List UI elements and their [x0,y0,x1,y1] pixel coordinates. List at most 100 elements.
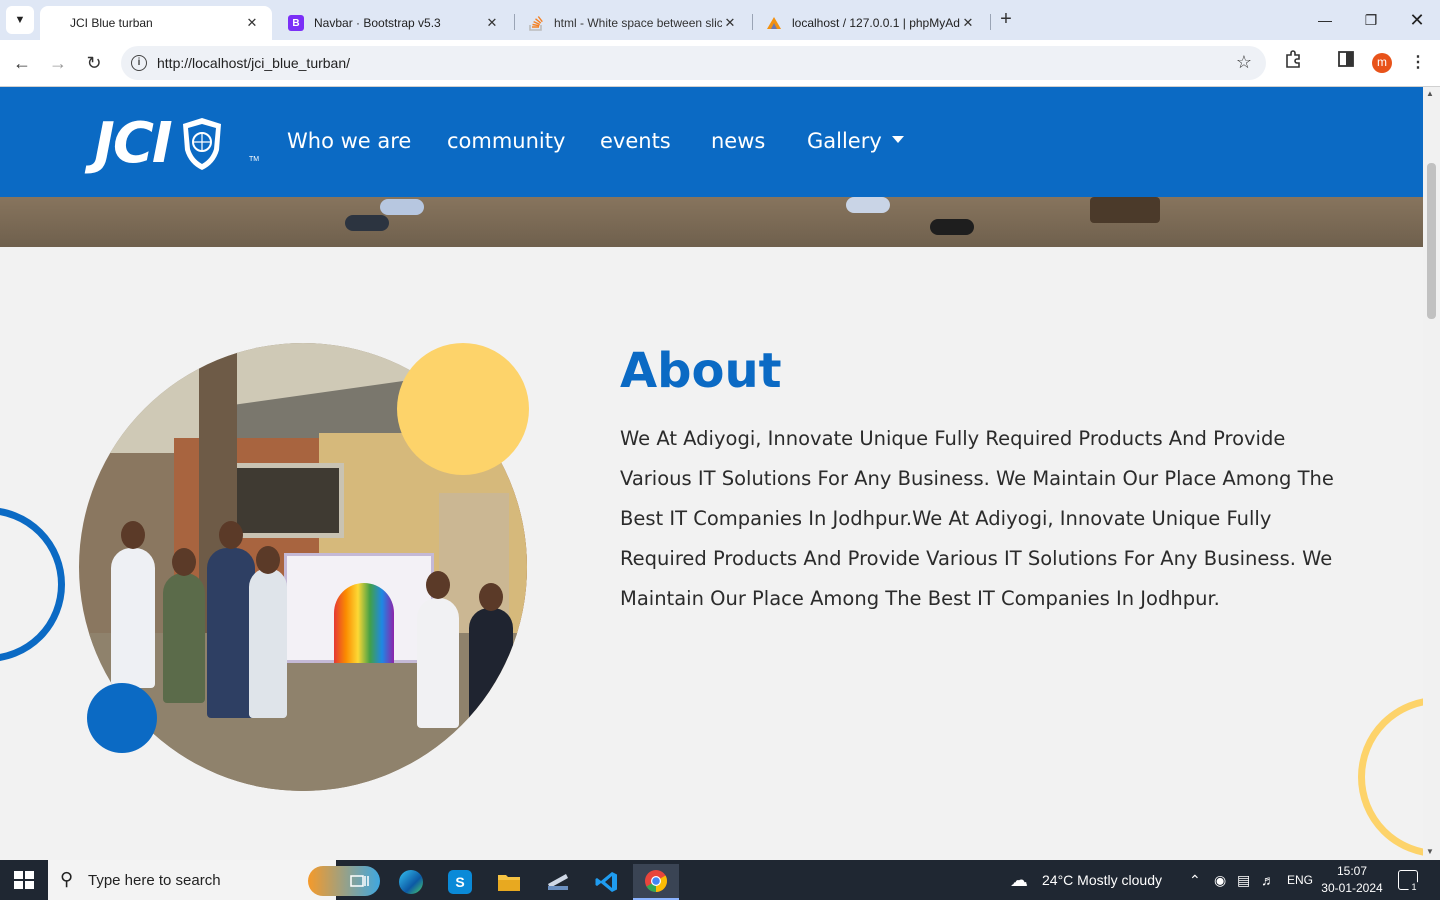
bootstrap-icon: B [288,15,304,31]
photo-person [111,548,155,688]
scrollbar-thumb[interactable] [1427,163,1436,319]
decorative-yellow-circle [397,343,529,475]
photo-person-head [172,548,196,576]
photo-person [469,608,513,728]
about-section: About We At Adiyogi, Innovate Unique Ful… [0,247,1423,860]
window-close-icon[interactable]: ✕ [1405,8,1429,32]
notifications-icon[interactable]: 1 [1398,870,1420,893]
vscode-icon[interactable] [584,864,630,900]
bookmark-star-icon[interactable]: ☆ [1236,52,1252,73]
scroll-up-icon[interactable]: ▲ [1426,89,1434,98]
photo-rainbow [334,583,394,663]
restore-icon[interactable]: ❐ [1359,8,1383,32]
taskbar-search[interactable]: ⚲ Type here to search [48,860,380,900]
minimize-icon[interactable]: — [1313,8,1337,32]
phpmyadmin-icon [766,15,782,31]
close-icon[interactable]: ✕ [484,15,500,31]
photo-person [163,573,205,703]
site-info-icon[interactable]: i [131,55,147,71]
photo-person-head [426,571,450,599]
meet-now-icon[interactable]: ◉ [1214,872,1226,889]
nav-gallery-dropdown[interactable]: Gallery [807,129,904,153]
address-toolbar: ← → ↻ i http://localhost/jci_blue_turban… [0,40,1440,87]
forward-arrow-icon[interactable]: → [45,50,71,76]
side-panel-icon[interactable] [1333,50,1359,76]
windows-taskbar: ⚲ Type here to search S ☁ 24°C Mostly cl… [0,860,1440,900]
weather-text[interactable]: 24°C Mostly cloudy [1042,872,1162,888]
photo-person [207,548,255,718]
hero-detail [380,199,424,215]
decorative-yellow-ring [1358,697,1423,857]
weather-cloud-icon[interactable]: ☁ [1010,870,1028,891]
photo-person-head [479,583,503,611]
clock-date: 30-01-2024 [1321,881,1383,895]
app-installer-icon[interactable] [535,864,581,900]
tab-search-chevron-icon[interactable]: ▼ [6,6,34,34]
notification-count: 1 [1408,881,1420,893]
tab-phpmyadmin[interactable]: localhost / 127.0.0.1 | phpMyAd ✕ [754,6,988,40]
nav-community[interactable]: community [447,129,565,153]
tab-strip: ▼ JCI Blue turban ✕ B Navbar · Bootstrap… [0,0,1440,40]
nav-news[interactable]: news [711,129,765,153]
language-indicator[interactable]: ENG [1287,873,1313,887]
caret-down-icon [891,135,904,143]
profile-avatar[interactable]: m [1372,53,1392,73]
close-icon[interactable]: ✕ [722,15,738,31]
browser-menu-icon[interactable]: ⋮ [1405,50,1431,76]
file-explorer-icon[interactable] [486,864,532,900]
about-body: We At Adiyogi, Innovate Unique Fully Req… [620,427,1334,610]
address-bar[interactable]: i http://localhost/jci_blue_turban/ ☆ [121,46,1266,80]
photo-person [417,598,459,728]
tab-bootstrap-navbar[interactable]: B Navbar · Bootstrap v5.3 ✕ [276,6,512,40]
taskbar-clock[interactable]: 15:07 30-01-2024 [1320,863,1384,897]
tab-title: Navbar · Bootstrap v5.3 [314,16,441,30]
photo-person-head [121,521,145,549]
logo-trademark: TM [249,156,260,163]
scroll-down-icon[interactable]: ▼ [1426,847,1434,856]
photo-person [249,568,287,718]
extensions-puzzle-icon[interactable] [1280,50,1306,76]
edge-browser-icon[interactable] [388,864,434,900]
tab-jci-blue-turban[interactable]: JCI Blue turban ✕ [40,6,272,40]
tab-title: localhost / 127.0.0.1 | phpMyAd [792,16,960,30]
photo-person-head [219,521,243,549]
decorative-blue-ring [0,507,65,662]
tab-stackoverflow[interactable]: html - White space between slic ✕ [516,6,750,40]
nav-events[interactable]: events [600,129,671,153]
hero-detail [930,219,974,235]
search-icon: ⚲ [60,869,74,889]
hero-detail [846,197,890,213]
volume-icon[interactable]: ♬ [1261,872,1275,888]
page-viewport: JCI TM Who we are community events news … [0,87,1423,860]
tab-title: html - White space between slic [554,16,722,30]
about-title: About [620,343,782,399]
hero-detail [345,215,389,231]
jci-logo[interactable]: JCI TM [94,111,259,176]
task-view-icon[interactable] [337,864,383,900]
tab-divider [514,14,515,30]
network-icon[interactable]: ▤ [1237,872,1250,889]
nav-who-we-are[interactable]: Who we are [287,129,411,153]
tab-title: JCI Blue turban [70,16,153,30]
logo-text: JCI [94,111,173,176]
skype-icon[interactable]: S [437,864,483,900]
url-text[interactable]: http://localhost/jci_blue_turban/ [157,55,350,71]
reload-icon[interactable]: ↻ [81,50,107,76]
back-arrow-icon[interactable]: ← [9,50,35,76]
photo-person-head [256,546,280,574]
stackoverflow-icon [528,15,544,31]
page-scrollbar[interactable]: ▲ ▼ [1423,87,1440,860]
close-icon[interactable]: ✕ [244,15,260,31]
clock-time: 15:07 [1336,864,1368,878]
tab-divider [752,14,753,30]
chrome-icon[interactable] [633,864,679,900]
tray-chevron-up-icon[interactable]: ⌃ [1189,872,1201,889]
decorative-blue-circle [87,683,157,753]
hero-detail [1090,197,1160,223]
photo-window [229,463,344,538]
search-placeholder: Type here to search [88,872,221,889]
close-icon[interactable]: ✕ [960,15,976,31]
edge-glyph [399,870,423,894]
new-tab-button[interactable]: + [994,8,1018,32]
windows-start-icon[interactable] [14,871,34,889]
